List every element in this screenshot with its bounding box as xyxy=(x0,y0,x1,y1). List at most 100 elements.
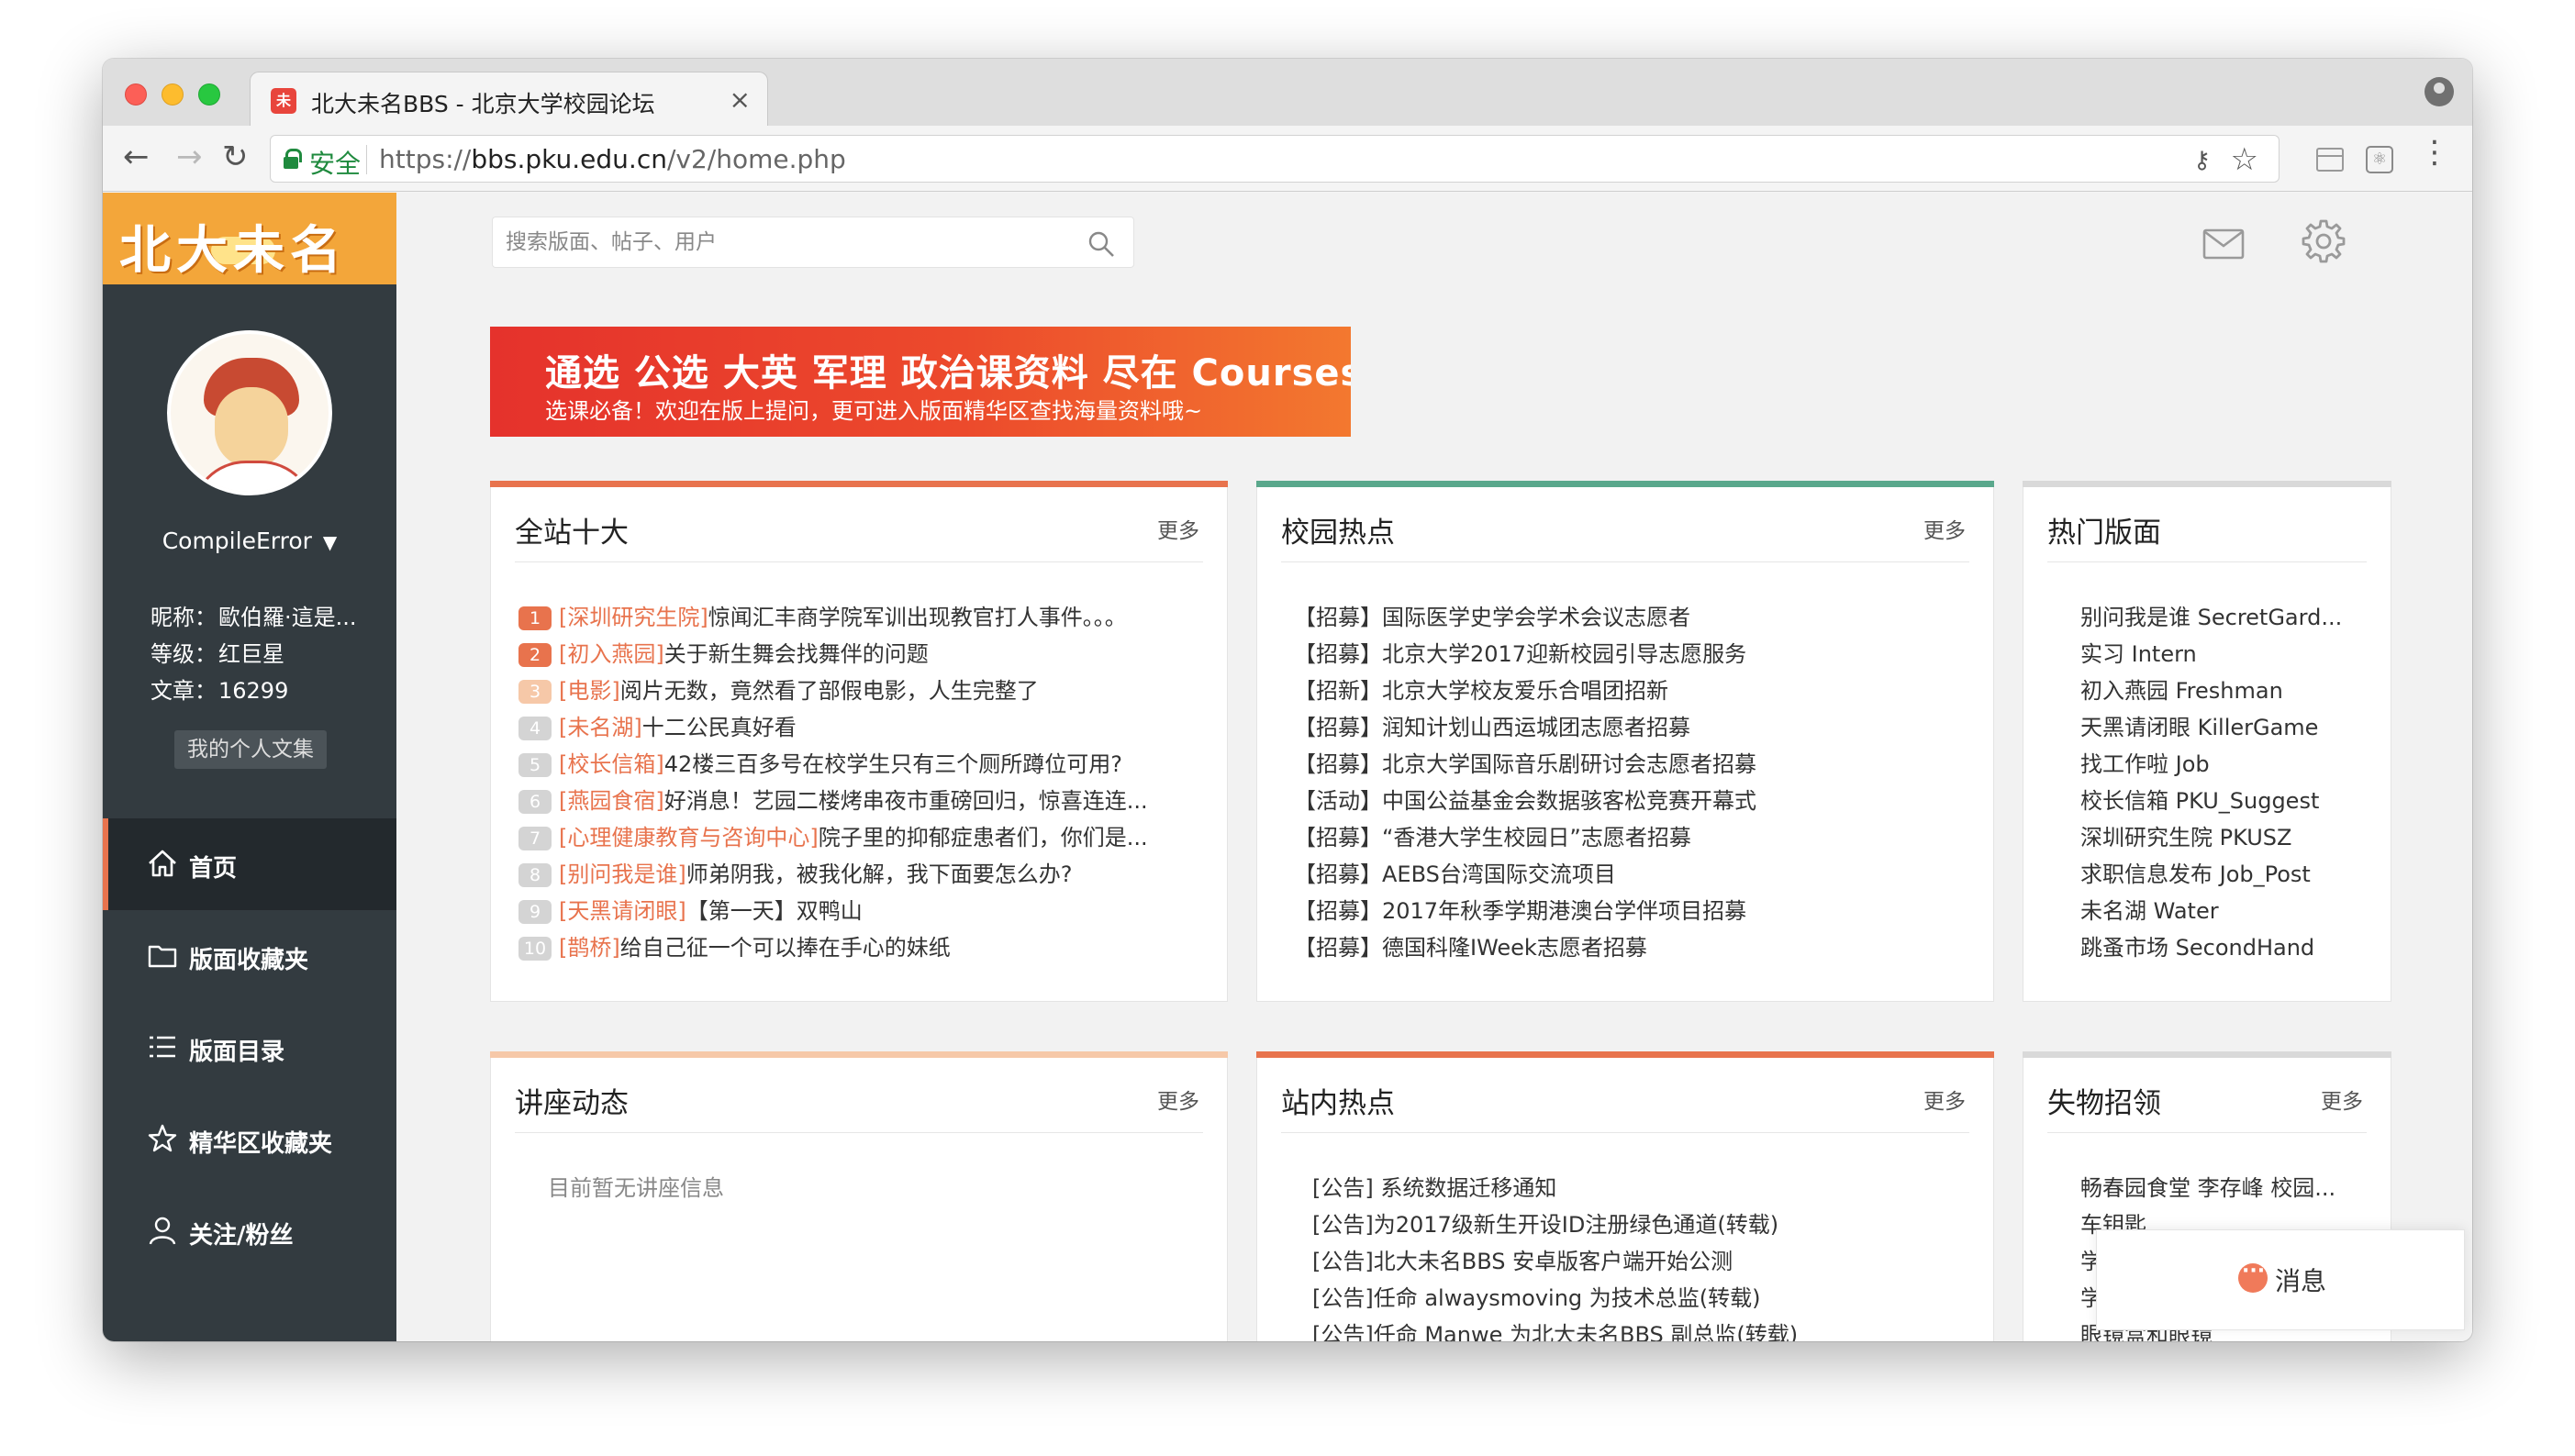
rank-badge: 7 xyxy=(518,827,552,850)
back-arrow-icon[interactable]: ← xyxy=(123,139,150,175)
board-link[interactable]: [未名湖] xyxy=(559,715,642,740)
list-item[interactable]: 【招募】国际医学史学会学术会议志愿者 xyxy=(1294,599,1975,636)
list-item[interactable]: 【招募】北京大学国际音乐剧研讨会志愿者招募 xyxy=(1294,746,1975,783)
nav-board-favorites[interactable]: 版面收藏夹 xyxy=(103,910,396,1002)
board-link[interactable]: [别问我是谁] xyxy=(559,861,686,887)
list-item[interactable]: 求职信息发布 Job_Post xyxy=(2080,856,2372,893)
list-item[interactable]: 【活动】中国公益基金会数据骇客松竞赛开幕式 xyxy=(1294,783,1975,819)
list-item[interactable]: [公告]北大未名BBS 安卓版客户端开始公测 xyxy=(1312,1243,1975,1280)
board-link[interactable]: [燕园食宿] xyxy=(559,788,664,814)
board-link[interactable]: [天黑请闭眼] xyxy=(559,898,686,924)
list-item[interactable]: 【招新】北京大学校友爱乐合唱团招新 xyxy=(1294,672,1975,709)
more-link[interactable]: 更多 xyxy=(1157,513,1199,544)
list-item[interactable]: 实习 Intern xyxy=(2080,636,2372,672)
campus-card: 校园热点 更多 【招募】国际医学史学会学术会议志愿者 【招募】北京大学2017迎新… xyxy=(1256,481,1994,1002)
list-item[interactable]: 找工作啦 Job xyxy=(2080,746,2372,783)
list-item[interactable]: 深圳研究生院 PKUSZ xyxy=(2080,819,2372,856)
search-input[interactable] xyxy=(506,227,1056,258)
list-item[interactable]: 跳蚤市场 SecondHand xyxy=(2080,929,2372,966)
list-item[interactable]: 畅春园食堂 李存峰 校园... xyxy=(2080,1170,2372,1206)
posts-line: 文章：16299 xyxy=(150,678,289,704)
list-item[interactable]: 3 [电影]阅片无数，竟然看了部假电影，人生完整了 xyxy=(518,672,1209,709)
list-item[interactable]: 9 [天黑请闭眼]【第一天】双鸭山 xyxy=(518,893,1209,929)
rank-badge: 8 xyxy=(518,863,552,887)
avatar[interactable] xyxy=(167,330,332,495)
more-link[interactable]: 更多 xyxy=(1157,1084,1199,1115)
bookmark-star-icon[interactable]: ☆ xyxy=(2231,141,2258,178)
board-link[interactable]: [校长信箱] xyxy=(559,751,664,777)
forward-arrow-icon[interactable]: → xyxy=(176,139,203,175)
extension-react-icon[interactable]: ⚛ xyxy=(2366,146,2393,173)
browser-tab[interactable]: 未 北大未名BBS - 北京大学校园论坛 × xyxy=(250,72,768,126)
my-collection-button[interactable]: 我的个人文集 xyxy=(174,730,327,769)
list-item[interactable]: 【招募】AEBS台湾国际交流项目 xyxy=(1294,856,1975,893)
key-icon[interactable]: ⚷ xyxy=(2193,147,2211,174)
list-item[interactable]: 8 [别问我是谁]师弟阴我，被我化解，我下面要怎么办? xyxy=(518,856,1209,893)
list-item[interactable]: 未名湖 Water xyxy=(2080,893,2372,929)
thread-title: 好消息！艺园二楼烤串夜市重磅回归，惊喜连连... xyxy=(663,788,1148,814)
rank-badge: 10 xyxy=(518,937,552,961)
extension-reader-icon[interactable] xyxy=(2316,148,2344,172)
browser-menu-icon[interactable]: ⋮ xyxy=(2419,137,2450,168)
board-link[interactable]: [鹊桥] xyxy=(559,935,620,961)
url-text[interactable]: https://bbs.pku.edu.cn/v2/home.php xyxy=(379,144,846,174)
list-item[interactable]: 2 [初入燕园]关于新生舞会找舞伴的问题 xyxy=(518,636,1209,672)
close-window-button[interactable] xyxy=(125,83,147,106)
board-link[interactable]: [初入燕园] xyxy=(559,641,664,667)
search-icon[interactable] xyxy=(1087,230,1115,258)
list-item[interactable]: 【招募】“香港大学生校园日”志愿者招募 xyxy=(1294,819,1975,856)
board-link[interactable]: [心理健康教育与咨询中心] xyxy=(559,825,819,850)
username-dropdown[interactable]: CompileError ▼ xyxy=(103,528,396,554)
minimize-window-button[interactable] xyxy=(162,83,184,106)
list-item[interactable]: [公告]任命 alwaysmoving 为技术总监(转载) xyxy=(1312,1280,1975,1317)
gear-icon[interactable] xyxy=(2299,217,2348,266)
list-item[interactable]: 【招募】北京大学2017迎新校园引导志愿服务 xyxy=(1294,636,1975,672)
list-item[interactable]: 【招募】德国科隆IWeek志愿者招募 xyxy=(1294,929,1975,966)
message-popup[interactable]: 消息 xyxy=(2096,1229,2465,1330)
list-item[interactable]: 10 [鹊桥]给自己征一个可以捧在手心的妹纸 xyxy=(518,929,1209,966)
address-bar[interactable]: 安全 https://bbs.pku.edu.cn/v2/home.php ⚷ … xyxy=(270,135,2280,183)
nav-follow-fans[interactable]: 关注/粉丝 xyxy=(103,1185,396,1277)
list-item[interactable]: 别问我是谁 SecretGard... xyxy=(2080,599,2372,636)
mail-icon[interactable] xyxy=(2202,222,2246,266)
nav-board-directory[interactable]: 版面目录 xyxy=(103,1002,396,1094)
list-item[interactable]: 天黑请闭眼 KillerGame xyxy=(2080,709,2372,746)
list-item[interactable]: 校长信箱 PKU_Suggest xyxy=(2080,783,2372,819)
list-item[interactable]: 5 [校长信箱]42楼三百多号在校学生只有三个厕所蹲位可用? xyxy=(518,746,1209,783)
reload-icon[interactable]: ↻ xyxy=(222,139,249,175)
thread-title: 【第一天】双鸭山 xyxy=(686,898,863,924)
tab-close-icon[interactable]: × xyxy=(730,84,751,115)
list-item[interactable]: 1 [深圳研究生院]惊闻汇丰商学院军训出现教官打人事件。。。 xyxy=(518,599,1209,636)
browser-profile-icon[interactable] xyxy=(2425,77,2454,106)
card-title: 讲座动态 xyxy=(515,1087,629,1120)
more-link[interactable]: 更多 xyxy=(2321,1084,2363,1115)
secure-label: 安全 xyxy=(309,149,362,179)
list-item[interactable]: 4 [未名湖]十二公民真好看 xyxy=(518,709,1209,746)
more-link[interactable]: 更多 xyxy=(1923,513,1966,544)
site-logo[interactable]: 北大未名 xyxy=(103,193,396,284)
top10-card: 全站十大 更多 1 [深圳研究生院]惊闻汇丰商学院军训出现教官打人事件。。。 2 [初… xyxy=(490,481,1228,1002)
sitehot-card: 站内热点 更多 [公告] 系统数据迁移通知 [公告]为2017级新生开设ID注册绿… xyxy=(1256,1051,1994,1341)
list-item[interactable]: 7 [心理健康教育与咨询中心]院子里的抑郁症患者们，你们是... xyxy=(518,819,1209,856)
list-item[interactable]: [公告] 系统数据迁移通知 xyxy=(1312,1170,1975,1206)
list-item[interactable]: 【招募】润知计划山西运城团志愿者招募 xyxy=(1294,709,1975,746)
thread-title: 十二公民真好看 xyxy=(641,715,797,740)
thread-title: 给自己征一个可以捧在手心的妹纸 xyxy=(619,935,951,961)
list-icon xyxy=(150,1036,175,1058)
list-item[interactable]: [公告]为2017级新生开设ID注册绿色通道(转载) xyxy=(1312,1206,1975,1243)
maximize-window-button[interactable] xyxy=(198,83,220,106)
nav-home[interactable]: 首页 xyxy=(103,818,396,910)
list-item[interactable]: 6 [燕园食宿]好消息！艺园二楼烤串夜市重磅回归，惊喜连连... xyxy=(518,783,1209,819)
courses-banner[interactable]: 通选 公选 大英 军理 政治课资料 尽在 Courses 版 选课必备！欢迎在版… xyxy=(490,327,1351,437)
list-item[interactable]: [公告]任命 Manwe 为北大未名BBS 副总监(转载) xyxy=(1312,1317,1975,1341)
search-box xyxy=(492,217,1134,268)
browser-window: 未 北大未名BBS - 北京大学校园论坛 × ← → ↻ 安全 https://… xyxy=(103,59,2472,1341)
board-link[interactable]: [电影] xyxy=(559,678,620,704)
person-icon xyxy=(149,1217,176,1245)
list-item[interactable]: 初入燕园 Freshman xyxy=(2080,672,2372,709)
card-title: 失物招领 xyxy=(2047,1087,2161,1120)
board-link[interactable]: [深圳研究生院] xyxy=(559,605,708,630)
list-item[interactable]: 【招募】2017年秋季学期港澳台学伴项目招募 xyxy=(1294,893,1975,929)
more-link[interactable]: 更多 xyxy=(1923,1084,1966,1115)
nav-digest-favorites[interactable]: 精华区收藏夹 xyxy=(103,1094,396,1185)
